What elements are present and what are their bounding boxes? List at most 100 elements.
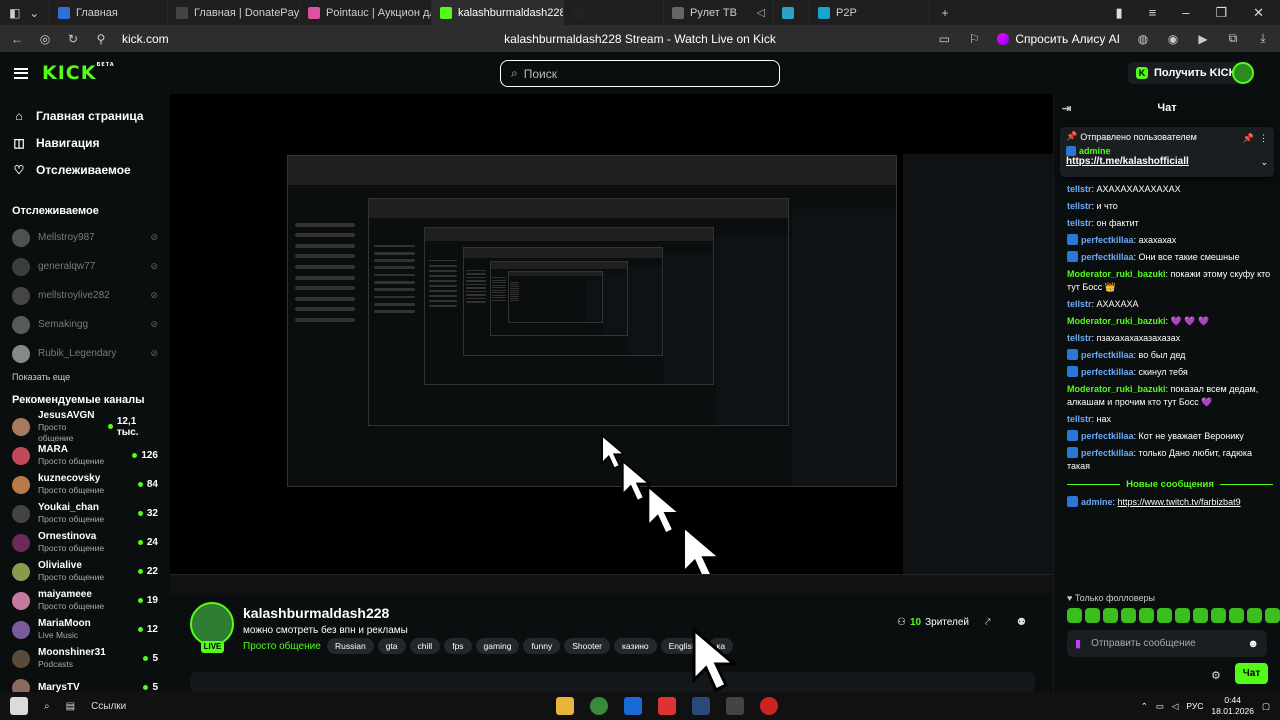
globe-icon[interactable]: ◍ (1136, 32, 1150, 46)
yandex-icon[interactable] (658, 697, 677, 715)
emote-icon[interactable] (1229, 608, 1244, 623)
translate-icon[interactable]: ◉ (1166, 32, 1180, 46)
shield-icon[interactable]: ◎ (38, 32, 52, 46)
stream-tag[interactable]: Shooter (564, 638, 611, 654)
emote-icon[interactable] (1157, 608, 1172, 623)
recommended-item[interactable]: Moonshiner31 Podcasts 5 (12, 644, 158, 673)
show-more-link[interactable]: Показать еще (12, 372, 158, 382)
gear-icon[interactable]: ⚙ (1211, 669, 1221, 682)
recommended-item[interactable]: Ornestinova Просто общение 24 (12, 528, 158, 557)
browser-tab[interactable]: Pointauc | Аукцион для стр (300, 0, 432, 25)
lock-icon[interactable]: ⚲ (94, 32, 108, 46)
chrome-icon[interactable] (590, 697, 609, 715)
follow-icon[interactable]: ⚉ (1017, 617, 1026, 628)
following-item[interactable]: Rubik_Legendary ⊘ (12, 339, 158, 368)
emote-icon[interactable] (1103, 608, 1118, 623)
emote-icon[interactable] (1247, 608, 1262, 623)
chat-username[interactable]: tellstr (1067, 299, 1092, 309)
chat-username[interactable]: tellstr (1067, 201, 1092, 211)
nav-item[interactable]: ◫ Навигация (12, 129, 158, 156)
stream-tag[interactable]: chill (409, 638, 441, 654)
chat-username[interactable]: tellstr (1067, 218, 1092, 228)
emote-icon[interactable] (1211, 608, 1226, 623)
chat-username[interactable]: perfectkillaa (1081, 350, 1134, 360)
emoji-icon[interactable]: ☻ (1247, 638, 1259, 650)
bookmarks-icon[interactable]: ▮ (1115, 5, 1122, 21)
recommended-item[interactable]: kuznecovsky Просто общение 84 (12, 470, 158, 499)
emote-icon[interactable] (1193, 608, 1208, 623)
clock[interactable]: 0:44 18.01.2026 (1211, 695, 1254, 717)
chat-username[interactable]: tellstr (1067, 184, 1092, 194)
bookmark-icon[interactable]: ⚐ (967, 32, 981, 46)
more-icon[interactable]: ⋮ (1259, 133, 1268, 144)
browser-tab[interactable]: Главная (50, 0, 168, 25)
send-button[interactable]: Чат (1235, 663, 1268, 684)
obs-icon[interactable] (760, 697, 779, 715)
folder-icon[interactable] (556, 697, 575, 715)
edge-icon[interactable] (522, 697, 540, 715)
streamer-name[interactable]: kalashburmaldash228 (243, 605, 389, 621)
search-icon[interactable]: ⌕ (44, 701, 50, 712)
volume-icon[interactable]: ◁ (1172, 701, 1179, 712)
browser-tab[interactable] (564, 0, 664, 25)
kick-logo[interactable]: KICKBETA (42, 62, 115, 84)
chat-username[interactable]: perfectkillaa (1081, 367, 1134, 377)
chat-username[interactable]: tellstr (1067, 414, 1092, 424)
nav-item[interactable]: ♡ Отслеживаемое (12, 156, 158, 183)
back-icon[interactable]: ← (10, 32, 24, 46)
close-icon[interactable]: ✕ (1253, 5, 1264, 21)
stream-tag[interactable]: funny (523, 638, 561, 654)
following-item[interactable]: Mellstroy987 ⊘ (12, 223, 158, 252)
task-view-icon[interactable]: ▤ (66, 701, 75, 712)
mic-icon[interactable]: ▮ (1075, 637, 1081, 650)
browser-nav-icons[interactable]: ◧ ⌄ (0, 0, 50, 25)
recommended-item[interactable]: JesusAVGN Просто общение 12,1 тыс. (12, 410, 158, 443)
expand-icon[interactable]: ⌄ (1260, 157, 1268, 168)
recommended-item[interactable]: Olivialive Просто общение 22 (12, 557, 158, 586)
alisa-button[interactable]: Спросить Алису AI (997, 32, 1120, 46)
emote-icon[interactable] (1175, 608, 1190, 623)
windows-start-icon[interactable] (10, 697, 28, 715)
screenshot-icon[interactable]: ⧉ (1226, 31, 1240, 46)
chat-username[interactable]: perfectkillaa (1081, 252, 1134, 262)
emote-icon[interactable] (1265, 608, 1280, 623)
recommended-item[interactable]: Youkai_chan Просто общение 32 (12, 499, 158, 528)
sidebar-toggle-icon[interactable]: ◧ (8, 6, 22, 20)
chat-link[interactable]: https://www.twitch.tv/farbizbat9 (1118, 497, 1241, 507)
reload-icon[interactable]: ↻ (66, 32, 80, 46)
network-icon[interactable]: ▭ (1156, 701, 1164, 712)
minimize-icon[interactable]: – (1182, 5, 1189, 21)
stream-tag[interactable]: gaming (475, 638, 520, 654)
tab-list-icon[interactable]: ▭ (937, 32, 951, 46)
stream-tag[interactable]: gta (377, 638, 406, 654)
chat-username[interactable]: perfectkillaa (1081, 235, 1134, 245)
chat-username[interactable]: perfectkillaa (1081, 448, 1134, 458)
browser-tab[interactable]: kalashburmaldash228 S✕ (432, 0, 564, 25)
browser-tab[interactable] (774, 0, 810, 25)
user-avatar[interactable] (1232, 62, 1254, 84)
chat-username[interactable]: tellstr (1067, 333, 1092, 343)
url-field[interactable]: kick.com (122, 32, 169, 46)
following-item[interactable]: Semakingg ⊘ (12, 310, 158, 339)
video-player[interactable] (170, 94, 1053, 594)
steam-icon[interactable] (692, 697, 711, 715)
recommended-item[interactable]: maiyameee Просто общение 19 (12, 586, 158, 615)
new-messages-divider[interactable]: Новые сообщения (1067, 479, 1273, 490)
play-icon[interactable]: ▶ (1196, 32, 1210, 46)
notifications-icon[interactable]: ▢ (1262, 701, 1270, 712)
language-indicator[interactable]: РУС (1186, 701, 1203, 711)
todo-icon[interactable] (624, 697, 643, 715)
stream-tag[interactable]: Russian (327, 638, 374, 654)
pinned-link[interactable]: https://t.me/kalashofficiall (1066, 156, 1268, 167)
emote-icon[interactable] (1139, 608, 1154, 623)
chat-username[interactable]: Moderator_ruki_bazuki (1067, 384, 1166, 394)
recommended-item[interactable]: MARA Просто общение 126 (12, 441, 158, 470)
nav-item[interactable]: ⌂ Главная страница (12, 102, 158, 129)
pinned-user[interactable]: admine (1079, 146, 1111, 156)
mute-tab-icon[interactable]: ◁ (757, 6, 765, 19)
streamer-avatar[interactable] (190, 602, 234, 646)
download-icon[interactable]: ⤓ (1256, 31, 1270, 46)
recommended-item[interactable]: MariaMoon Live Music 12 (12, 615, 158, 644)
browser-tab[interactable]: P2P (810, 0, 930, 25)
collapse-chat-icon[interactable]: ⇥ (1062, 102, 1071, 115)
